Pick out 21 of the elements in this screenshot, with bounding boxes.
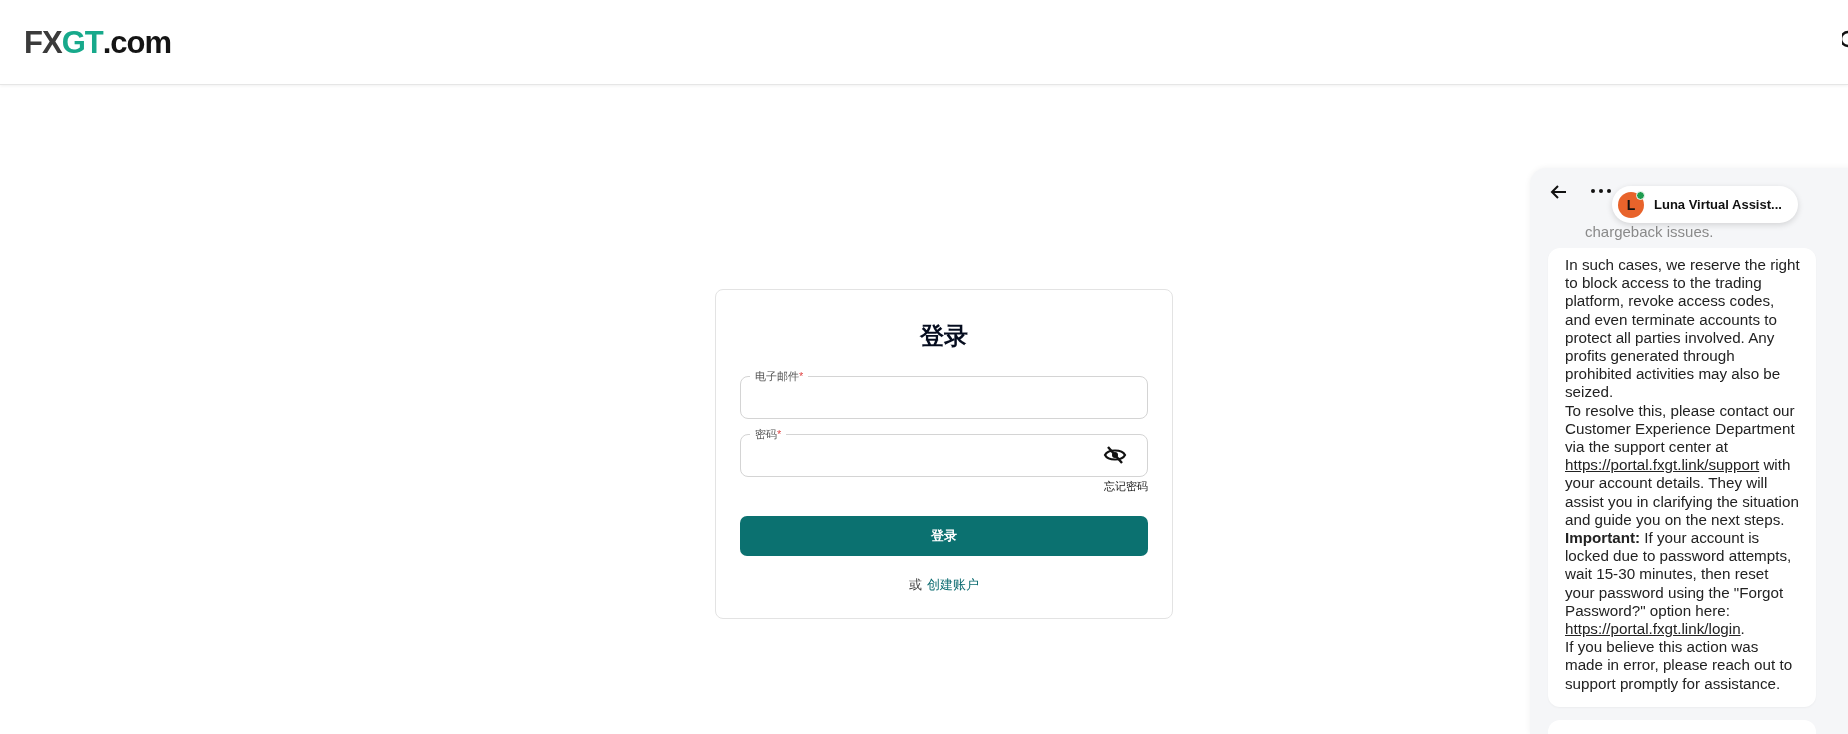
more-icon[interactable] — [1590, 188, 1612, 194]
message-paragraph: In such cases, we reserve the right to block access to the trading platform, revoke access codes, and even terminate accounts to protect all parties involved. Any profits generated through prohibited activities may also be seized. — [1565, 256, 1800, 402]
ring-icon[interactable] — [1842, 30, 1848, 48]
agent-avatar: L — [1618, 191, 1644, 218]
message-text: chargeback issues. — [1585, 224, 1714, 240]
field-label: 电子邮件* — [750, 368, 809, 383]
support-link[interactable]: https://portal.fxgt.link/support — [1565, 456, 1760, 474]
forgot-password-link[interactable]: 忘记密码 — [1104, 478, 1148, 494]
logo[interactable]: FXGT.com — [24, 26, 172, 58]
login-title: 登录 — [920, 322, 968, 351]
agent-pill[interactable]: L Luna Virtual Assist... — [1612, 186, 1798, 223]
agent-name: Luna Virtual Assist... — [1654, 197, 1782, 212]
login-button[interactable]: 登录 — [740, 515, 1148, 556]
message-paragraph: If you believe this action was made in error, please reach out to support promptly for assistance. — [1565, 638, 1794, 693]
field-label: 密码* — [750, 426, 787, 441]
support-link[interactable]: https://portal.fxgt.link/login — [1565, 620, 1741, 638]
message-paragraph: To resolve this, please contact our Customer Experience Department via the support center at https://portal.fxgt.link/support with your account details. They will assist you in clarifying the situation and guide you on the next steps. — [1565, 401, 1800, 530]
back-arrow-icon[interactable] — [1550, 183, 1568, 201]
or-text: 或 — [909, 575, 922, 594]
message-paragraph: Important: If your account is locked due to password attempts, wait 15-30 minutes, then reset your password using the "Forgot Password?" option here: https://portal.fxgt.link/login. — [1565, 529, 1793, 639]
create-account-link[interactable]: 创建账户 — [927, 575, 979, 594]
